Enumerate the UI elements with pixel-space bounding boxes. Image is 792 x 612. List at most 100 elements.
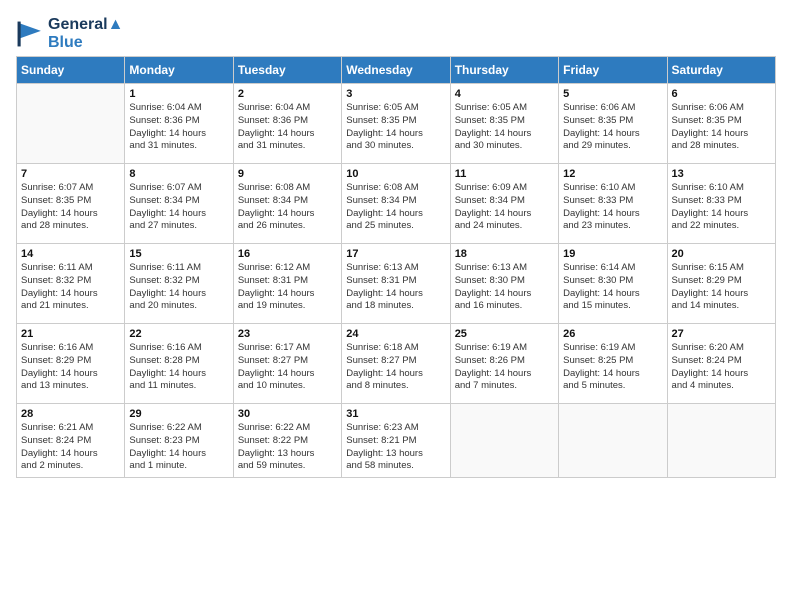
logo-text: General▲ Blue (48, 16, 123, 52)
day-info: Sunrise: 6:10 AM Sunset: 8:33 PM Dayligh… (563, 182, 662, 233)
header-tuesday: Tuesday (233, 57, 341, 84)
calendar-cell: 13 Sunrise: 6:10 AM Sunset: 8:33 PM Dayli… (667, 164, 775, 244)
calendar-cell: 24 Sunrise: 6:18 AM Sunset: 8:27 PM Dayli… (342, 324, 450, 404)
day-number: 17 (346, 248, 445, 260)
calendar-cell: 16 Sunrise: 6:12 AM Sunset: 8:31 PM Dayli… (233, 244, 341, 324)
day-number: 30 (238, 408, 337, 420)
calendar-cell: 12 Sunrise: 6:10 AM Sunset: 8:33 PM Dayli… (559, 164, 667, 244)
calendar-cell: 27Sunrise: 6:20 AM Sunset: 8:24 PM Dayli… (667, 324, 775, 404)
day-number: 1 (129, 88, 228, 100)
day-info: Sunrise: 6:17 AM Sunset: 8:27 PM Dayligh… (238, 342, 337, 393)
day-number: 11 (455, 168, 554, 180)
day-number: 14 (21, 248, 120, 260)
calendar-cell: 5 Sunrise: 6:06 AM Sunset: 8:35 PM Daylig… (559, 84, 667, 164)
calendar-cell: 21 Sunrise: 6:16 AM Sunset: 8:29 PM Dayli… (17, 324, 125, 404)
calendar-week-4: 21 Sunrise: 6:16 AM Sunset: 8:29 PM Dayli… (17, 324, 776, 404)
day-number: 26 (563, 328, 662, 340)
calendar-cell: 15Sunrise: 6:11 AM Sunset: 8:32 PM Dayli… (125, 244, 233, 324)
logo-icon (16, 20, 44, 48)
calendar-table: SundayMondayTuesdayWednesdayThursdayFrid… (16, 56, 776, 478)
day-number: 27 (672, 328, 771, 340)
calendar-cell (667, 404, 775, 478)
calendar-cell: 9Sunrise: 6:08 AM Sunset: 8:34 PM Daylig… (233, 164, 341, 244)
day-number: 4 (455, 88, 554, 100)
day-number: 24 (346, 328, 445, 340)
day-number: 28 (21, 408, 120, 420)
day-info: Sunrise: 6:21 AM Sunset: 8:24 PM Dayligh… (21, 422, 120, 473)
calendar-cell: 18Sunrise: 6:13 AM Sunset: 8:30 PM Dayli… (450, 244, 558, 324)
day-info: Sunrise: 6:06 AM Sunset: 8:35 PM Dayligh… (563, 102, 662, 153)
day-info: Sunrise: 6:11 AM Sunset: 8:32 PM Dayligh… (21, 262, 120, 313)
calendar-cell: 6 Sunrise: 6:06 AM Sunset: 8:35 PM Daylig… (667, 84, 775, 164)
logo: General▲ Blue (16, 16, 123, 52)
day-info: Sunrise: 6:23 AM Sunset: 8:21 PM Dayligh… (346, 422, 445, 473)
calendar-week-3: 14 Sunrise: 6:11 AM Sunset: 8:32 PM Dayli… (17, 244, 776, 324)
day-number: 22 (129, 328, 228, 340)
day-number: 8 (129, 168, 228, 180)
header-wednesday: Wednesday (342, 57, 450, 84)
page-header: General▲ Blue (16, 16, 776, 52)
day-info: Sunrise: 6:12 AM Sunset: 8:31 PM Dayligh… (238, 262, 337, 313)
calendar-cell: 8Sunrise: 6:07 AM Sunset: 8:34 PM Daylig… (125, 164, 233, 244)
calendar-cell (17, 84, 125, 164)
calendar-cell: 26Sunrise: 6:19 AM Sunset: 8:25 PM Dayli… (559, 324, 667, 404)
header-friday: Friday (559, 57, 667, 84)
calendar-header-row: SundayMondayTuesdayWednesdayThursdayFrid… (17, 57, 776, 84)
calendar-cell: 10 Sunrise: 6:08 AM Sunset: 8:34 PM Dayli… (342, 164, 450, 244)
calendar-cell (450, 404, 558, 478)
header-sunday: Sunday (17, 57, 125, 84)
day-info: Sunrise: 6:04 AM Sunset: 8:36 PM Dayligh… (238, 102, 337, 153)
day-number: 16 (238, 248, 337, 260)
calendar-cell: 2Sunrise: 6:04 AM Sunset: 8:36 PM Daylig… (233, 84, 341, 164)
calendar-week-1: 1 Sunrise: 6:04 AM Sunset: 8:36 PM Daylig… (17, 84, 776, 164)
day-info: Sunrise: 6:16 AM Sunset: 8:28 PM Dayligh… (129, 342, 228, 393)
day-number: 3 (346, 88, 445, 100)
day-info: Sunrise: 6:07 AM Sunset: 8:35 PM Dayligh… (21, 182, 120, 233)
day-number: 10 (346, 168, 445, 180)
day-info: Sunrise: 6:22 AM Sunset: 8:23 PM Dayligh… (129, 422, 228, 473)
day-number: 5 (563, 88, 662, 100)
day-info: Sunrise: 6:05 AM Sunset: 8:35 PM Dayligh… (346, 102, 445, 153)
calendar-cell: 20 Sunrise: 6:15 AM Sunset: 8:29 PM Dayli… (667, 244, 775, 324)
day-info: Sunrise: 6:08 AM Sunset: 8:34 PM Dayligh… (346, 182, 445, 233)
calendar-cell: 7 Sunrise: 6:07 AM Sunset: 8:35 PM Daylig… (17, 164, 125, 244)
header-saturday: Saturday (667, 57, 775, 84)
day-info: Sunrise: 6:05 AM Sunset: 8:35 PM Dayligh… (455, 102, 554, 153)
day-info: Sunrise: 6:06 AM Sunset: 8:35 PM Dayligh… (672, 102, 771, 153)
calendar-cell: 28 Sunrise: 6:21 AM Sunset: 8:24 PM Dayli… (17, 404, 125, 478)
calendar-cell: 31Sunrise: 6:23 AM Sunset: 8:21 PM Dayli… (342, 404, 450, 478)
day-number: 12 (563, 168, 662, 180)
day-number: 19 (563, 248, 662, 260)
day-info: Sunrise: 6:18 AM Sunset: 8:27 PM Dayligh… (346, 342, 445, 393)
calendar-cell: 1Sunrise: 6:04 AM Sunset: 8:36 PM Daylig… (125, 84, 233, 164)
day-info: Sunrise: 6:09 AM Sunset: 8:34 PM Dayligh… (455, 182, 554, 233)
day-number: 13 (672, 168, 771, 180)
calendar-cell: 14 Sunrise: 6:11 AM Sunset: 8:32 PM Dayli… (17, 244, 125, 324)
calendar-cell: 17 Sunrise: 6:13 AM Sunset: 8:31 PM Dayli… (342, 244, 450, 324)
day-number: 29 (129, 408, 228, 420)
calendar-cell: 4 Sunrise: 6:05 AM Sunset: 8:35 PM Daylig… (450, 84, 558, 164)
day-info: Sunrise: 6:16 AM Sunset: 8:29 PM Dayligh… (21, 342, 120, 393)
day-info: Sunrise: 6:13 AM Sunset: 8:31 PM Dayligh… (346, 262, 445, 313)
calendar-cell: 3 Sunrise: 6:05 AM Sunset: 8:35 PM Daylig… (342, 84, 450, 164)
day-number: 7 (21, 168, 120, 180)
header-thursday: Thursday (450, 57, 558, 84)
day-number: 23 (238, 328, 337, 340)
calendar-week-5: 28 Sunrise: 6:21 AM Sunset: 8:24 PM Dayli… (17, 404, 776, 478)
day-number: 20 (672, 248, 771, 260)
calendar-cell: 23 Sunrise: 6:17 AM Sunset: 8:27 PM Dayli… (233, 324, 341, 404)
calendar-week-2: 7 Sunrise: 6:07 AM Sunset: 8:35 PM Daylig… (17, 164, 776, 244)
calendar-cell: 19Sunrise: 6:14 AM Sunset: 8:30 PM Dayli… (559, 244, 667, 324)
day-number: 6 (672, 88, 771, 100)
calendar-cell: 25 Sunrise: 6:19 AM Sunset: 8:26 PM Dayli… (450, 324, 558, 404)
calendar-cell: 29 Sunrise: 6:22 AM Sunset: 8:23 PM Dayli… (125, 404, 233, 478)
day-info: Sunrise: 6:15 AM Sunset: 8:29 PM Dayligh… (672, 262, 771, 313)
day-number: 25 (455, 328, 554, 340)
day-number: 21 (21, 328, 120, 340)
calendar-cell: 30Sunrise: 6:22 AM Sunset: 8:22 PM Dayli… (233, 404, 341, 478)
day-info: Sunrise: 6:13 AM Sunset: 8:30 PM Dayligh… (455, 262, 554, 313)
day-info: Sunrise: 6:10 AM Sunset: 8:33 PM Dayligh… (672, 182, 771, 233)
calendar-cell: 11 Sunrise: 6:09 AM Sunset: 8:34 PM Dayli… (450, 164, 558, 244)
day-info: Sunrise: 6:19 AM Sunset: 8:26 PM Dayligh… (455, 342, 554, 393)
calendar-cell: 22 Sunrise: 6:16 AM Sunset: 8:28 PM Dayli… (125, 324, 233, 404)
